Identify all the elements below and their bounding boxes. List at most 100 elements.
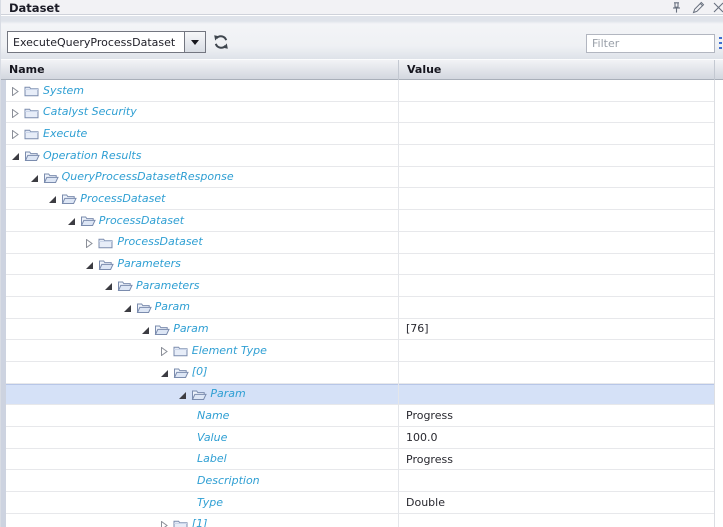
tree-item-label: Description: [197, 474, 260, 487]
panel-title: Dataset: [9, 1, 60, 15]
tree-item-label: Value: [197, 431, 227, 444]
name-cell: Param: [1, 384, 398, 405]
tree-row[interactable]: ProcessDataset: [1, 188, 723, 210]
value-cell: 100.0: [406, 427, 712, 448]
left-edge-strip: [1, 80, 6, 527]
name-cell: Parameters: [1, 254, 398, 275]
toolbar: ExecuteQueryProcessDataset: [1, 16, 723, 59]
collapse-arrow-icon[interactable]: [67, 216, 76, 225]
folder-open-icon: [24, 149, 39, 162]
tree-row[interactable]: Parameters: [1, 275, 723, 297]
folder-closed-icon: [24, 127, 39, 140]
collapse-arrow-icon[interactable]: [11, 151, 20, 160]
tree-item-label: Param: [173, 322, 208, 335]
tree-row[interactable]: Parameters: [1, 254, 723, 276]
collapse-arrow-icon[interactable]: [48, 194, 57, 203]
tree-row[interactable]: System: [1, 80, 723, 102]
folder-open-icon: [191, 388, 206, 401]
chevron-down-icon: [191, 40, 199, 45]
tree-row[interactable]: Execute: [1, 123, 723, 145]
column-divider: [714, 60, 715, 80]
folder-open-icon: [98, 258, 113, 271]
column-divider[interactable]: [398, 60, 399, 80]
tree-row[interactable]: Param: [1, 384, 723, 406]
tree-row[interactable]: [0]: [1, 362, 723, 384]
tree-row[interactable]: QueryProcessDatasetResponse: [1, 167, 723, 189]
collapse-arrow-icon[interactable]: [104, 281, 113, 290]
value-cell: [406, 145, 712, 166]
tree-row[interactable]: Element Type: [1, 340, 723, 362]
expand-arrow-icon[interactable]: [11, 108, 20, 117]
tree-row[interactable]: Catalyst Security: [1, 102, 723, 124]
column-header-name[interactable]: Name: [9, 63, 45, 76]
value-cell: Progress: [406, 449, 712, 470]
expand-arrow-icon[interactable]: [11, 86, 20, 95]
tree-row[interactable]: Param: [1, 297, 723, 319]
folder-closed-icon: [173, 344, 188, 357]
expand-arrow-icon[interactable]: [11, 129, 20, 138]
clipped-edge-icon[interactable]: [713, 1, 723, 14]
name-cell: ProcessDataset: [1, 210, 398, 231]
dataset-selector[interactable]: ExecuteQueryProcessDataset: [7, 31, 206, 53]
folder-open-icon: [173, 366, 188, 379]
filter-input[interactable]: [586, 34, 715, 53]
expand-arrow-icon[interactable]: [160, 346, 169, 355]
folder-open-icon: [117, 279, 132, 292]
right-edge-strip: [715, 80, 723, 527]
tree-row[interactable]: Description: [1, 470, 723, 492]
name-cell: Name: [1, 405, 398, 426]
name-cell: ProcessDataset: [1, 232, 398, 253]
value-cell: [406, 188, 712, 209]
panel-titlebar: Dataset: [1, 0, 723, 15]
collapse-arrow-icon[interactable]: [123, 303, 132, 312]
value-cell: Double: [406, 492, 712, 513]
tree-item-label: Label: [197, 452, 227, 465]
name-cell: Catalyst Security: [1, 102, 398, 123]
expand-arrow-icon[interactable]: [160, 520, 169, 527]
tree-row[interactable]: Label Progress: [1, 449, 723, 471]
name-cell: Element Type: [1, 340, 398, 361]
name-cell: Value: [1, 427, 398, 448]
tree-item-label: Operation Results: [43, 149, 141, 162]
tree-item-label: Param: [155, 300, 190, 313]
value-cell: Progress: [406, 405, 712, 426]
tree-item-label: ProcessDataset: [80, 192, 165, 205]
tree-item-label: Element Type: [192, 344, 267, 357]
name-cell: Execute: [1, 123, 398, 144]
value-cell: [406, 362, 712, 383]
tree-row[interactable]: ProcessDataset: [1, 210, 723, 232]
tree-row[interactable]: Value 100.0: [1, 427, 723, 449]
tree-row[interactable]: ProcessDataset: [1, 232, 723, 254]
expand-arrow-icon[interactable]: [85, 238, 94, 247]
tree-row[interactable]: Name Progress: [1, 405, 723, 427]
collapse-arrow-icon[interactable]: [85, 260, 94, 269]
tree-rows: System Catalyst Security Execute Operation …: [1, 80, 723, 527]
grid-header: Name Value: [1, 59, 723, 80]
tree-item-label: QueryProcessDatasetResponse: [62, 170, 234, 183]
value-cell: [406, 102, 712, 123]
refresh-button[interactable]: [211, 32, 231, 52]
clipped-filter-icon[interactable]: [718, 34, 723, 53]
folder-open-icon: [154, 323, 169, 336]
tree-row[interactable]: [1]: [1, 514, 723, 527]
collapse-arrow-icon[interactable]: [141, 325, 150, 334]
tree-item-label: [1]: [192, 517, 208, 527]
collapse-arrow-icon[interactable]: [178, 390, 187, 399]
tree-item-label: Type: [197, 496, 223, 509]
tree-row[interactable]: Type Double: [1, 492, 723, 514]
folder-open-icon: [80, 214, 95, 227]
folder-closed-icon: [173, 518, 188, 527]
value-cell: [406, 297, 712, 318]
dataset-selector-dropdown-button[interactable]: [184, 32, 205, 52]
value-cell: [406, 275, 712, 296]
collapse-arrow-icon[interactable]: [30, 173, 39, 182]
tree-item-label: Catalyst Security: [43, 105, 137, 118]
pin-icon[interactable]: [670, 1, 683, 14]
tree-row[interactable]: Operation Results: [1, 145, 723, 167]
tree-row[interactable]: Param [76]: [1, 319, 723, 341]
value-cell: [76]: [406, 319, 712, 340]
edit-pencil-icon[interactable]: [692, 1, 705, 14]
collapse-arrow-icon[interactable]: [160, 368, 169, 377]
column-header-value[interactable]: Value: [407, 63, 441, 76]
tree-item-label: Parameters: [136, 279, 199, 292]
